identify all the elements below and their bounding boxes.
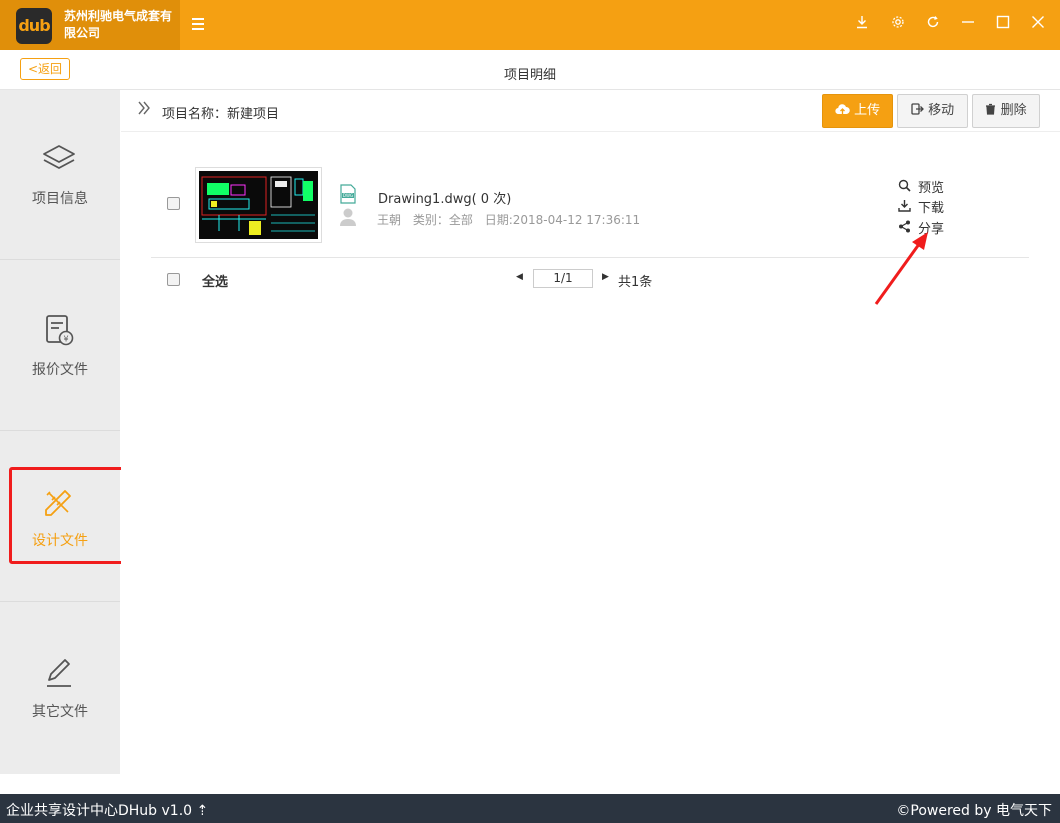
brand-area: dub 苏州利驰电气成套有限公司	[0, 0, 180, 50]
sub-header: <返回 项目明细	[0, 50, 1060, 90]
download-icon[interactable]	[850, 12, 874, 36]
download-label: 下载	[918, 201, 945, 216]
dwg-file-icon: DWG	[340, 184, 356, 208]
move-button[interactable]: 移动	[897, 94, 968, 128]
preview-action[interactable]: 预览	[898, 177, 944, 196]
powered-by: ©Powered by 电气天下	[896, 803, 1052, 819]
sidebar: 项目信息 ¥ 报价文件 设计文件 其它文件	[0, 90, 120, 774]
sidebar-item-label: 报价文件	[32, 362, 88, 378]
move-label: 移动	[928, 103, 955, 118]
status-bar: 企业共享设计中心DHub v1.0 ⇡ ©Powered by 电气天下	[0, 794, 1060, 823]
trash-icon	[985, 103, 1000, 118]
close-icon[interactable]	[1026, 12, 1050, 36]
sidebar-item-quote-files[interactable]: ¥ 报价文件	[0, 261, 120, 431]
sidebar-item-label: 项目信息	[32, 191, 88, 207]
double-chevron-icon	[137, 100, 151, 120]
user-icon	[340, 208, 356, 230]
sidebar-item-label: 其它文件	[32, 704, 88, 720]
breadcrumb: 项目名称：新建项目 上传 移动 删除	[121, 90, 1060, 132]
app-logo: dub	[16, 8, 52, 44]
highlight-annotation-box	[9, 467, 135, 564]
file-author: 王朝	[377, 213, 402, 227]
select-all-label[interactable]: 全选	[202, 271, 228, 290]
refresh-icon[interactable]	[921, 12, 945, 36]
maximize-icon[interactable]	[991, 12, 1015, 36]
svg-text:¥: ¥	[63, 335, 68, 344]
file-checkbox[interactable]	[167, 197, 180, 210]
select-all-checkbox[interactable]	[167, 273, 180, 286]
sidebar-item-project-info[interactable]: 项目信息	[0, 90, 120, 260]
file-meta: 王朝 类别：全部 日期:2018-04-12 17:36:11	[377, 211, 648, 228]
file-category: 类别：全部	[412, 213, 473, 227]
preview-label: 预览	[918, 181, 945, 196]
minimize-icon[interactable]	[956, 12, 980, 36]
file-thumbnail[interactable]	[195, 167, 322, 243]
upload-label: 上传	[854, 103, 881, 118]
pen-icon	[41, 655, 77, 691]
title-bar: dub 苏州利驰电气成套有限公司	[0, 0, 1060, 50]
file-name[interactable]: Drawing1.dwg( 0 次)	[378, 188, 511, 207]
annotation-arrow-icon	[870, 230, 940, 314]
company-name: 苏州利驰电气成套有限公司	[64, 9, 173, 40]
download-action[interactable]: 下载	[898, 197, 944, 216]
menu-icon[interactable]	[192, 16, 208, 32]
app-version: 企业共享设计中心DHub v1.0 ⇡	[6, 803, 209, 819]
move-icon	[911, 103, 928, 118]
upload-button[interactable]: 上传	[822, 94, 893, 128]
page-title: 项目明细	[503, 68, 556, 83]
download-icon	[898, 199, 914, 215]
next-page-icon[interactable]: ▶	[602, 272, 609, 282]
layers-icon	[41, 142, 77, 178]
settings-icon[interactable]	[886, 12, 910, 36]
svg-text:DWG: DWG	[343, 193, 353, 198]
delete-button[interactable]: 删除	[972, 94, 1040, 128]
cloud-upload-icon	[835, 103, 854, 118]
search-icon	[898, 179, 914, 195]
total-count: 共1条	[618, 275, 653, 290]
project-name: 项目名称：新建项目	[162, 107, 280, 122]
sidebar-item-other-files[interactable]: 其它文件	[0, 603, 120, 774]
prev-page-icon[interactable]: ◀	[516, 272, 523, 282]
main-content: 项目名称：新建项目 上传 移动 删除 DWG Drawing1.dwg(0 次…	[121, 90, 1060, 774]
file-date: 日期:2018-04-12 17:36:11	[484, 213, 641, 227]
page-input[interactable]: 1/1	[533, 269, 593, 288]
delete-label: 删除	[1000, 103, 1027, 118]
quote-document-icon: ¥	[41, 313, 77, 349]
